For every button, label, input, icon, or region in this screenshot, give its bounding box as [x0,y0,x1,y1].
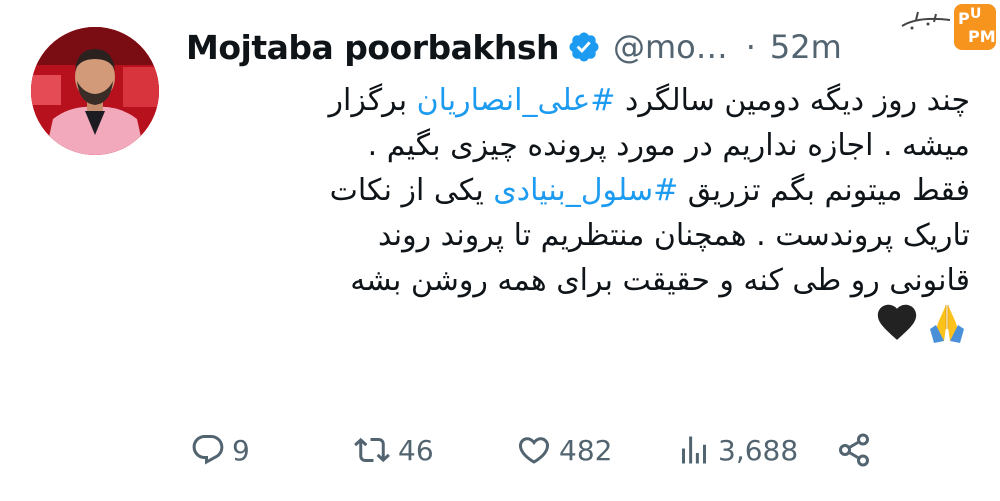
author-handle[interactable]: @mo… [613,28,728,66]
like-count: 482 [559,433,613,467]
share-button[interactable] [836,430,872,470]
separator-dot: · [745,28,756,66]
tweet-text-line: تاریک پروندست . همچنان منتظریم تا پروند … [170,213,970,258]
svg-text:U: U [970,6,981,22]
folded-hands-emoji-icon [924,299,970,358]
tweet-text-segment: یکی از نکات [329,173,494,208]
black-heart-emoji-icon [874,299,920,358]
share-icon [839,433,869,467]
heart-icon [518,437,550,464]
tweet-text-segment: برگزار [328,83,417,118]
views-bar-chart-icon [682,436,706,464]
verified-badge-icon [567,30,601,64]
hashtag-link[interactable]: #علی_انصاریان [417,83,616,118]
reply-count: 9 [232,433,250,467]
tweet-text: چند روز دیگه دومین سالگرد #علی_انصاریان … [170,78,970,353]
avatar-image [31,27,159,155]
emoji-line [170,303,970,353]
tweet-text-line: قانونی رو طی کنه و حقیقت برای همه روشن ب… [170,258,970,303]
tweet-text-segment: فقط میتونم بگم تزریق [678,173,970,208]
tweet-text-line: فقط میتونم بگم تزریق #سلول_بنیادی یکی از… [170,168,970,213]
tweet-text-segment: چند روز دیگه دومین سالگرد [615,83,970,118]
tweet-header: Mojtaba poorbakhsh @mo… · 52m [186,22,842,72]
retweet-count: 46 [398,433,434,467]
tweet-text-segment: میشه . اجازه نداریم در مورد پرونده چیزی … [367,128,970,163]
watermark-logo: P U PM [898,2,998,54]
like-button[interactable]: 482 [515,430,612,470]
author-display-name[interactable]: Mojtaba poorbakhsh [186,28,559,67]
tweet-timestamp[interactable]: 52m [770,28,842,66]
tweet-text-line: چند روز دیگه دومین سالگرد #علی_انصاریان … [170,78,971,123]
reply-icon [192,435,224,465]
tweet-text-segment: تاریک پروندست . همچنان منتظریم تا پروند … [377,218,970,253]
tweet-actions: 9 46 482 3,688 [186,430,886,470]
svg-text:P: P [958,9,970,28]
retweet-button[interactable]: 46 [352,430,434,470]
tweet-text-line: میشه . اجازه نداریم در مورد پرونده چیزی … [170,123,970,168]
svg-text:PM: PM [968,27,996,46]
reply-button[interactable]: 9 [190,430,250,470]
views-button[interactable]: 3,688 [676,430,798,470]
tweet-text-segment: قانونی رو طی کنه و حقیقت برای همه روشن ب… [350,263,970,298]
hashtag-link[interactable]: #سلول_بنیادی [493,173,678,208]
avatar[interactable] [31,27,159,155]
views-count: 3,688 [718,433,799,467]
watermark-logo-icon: P U PM [901,4,996,50]
retweet-icon [354,437,390,463]
